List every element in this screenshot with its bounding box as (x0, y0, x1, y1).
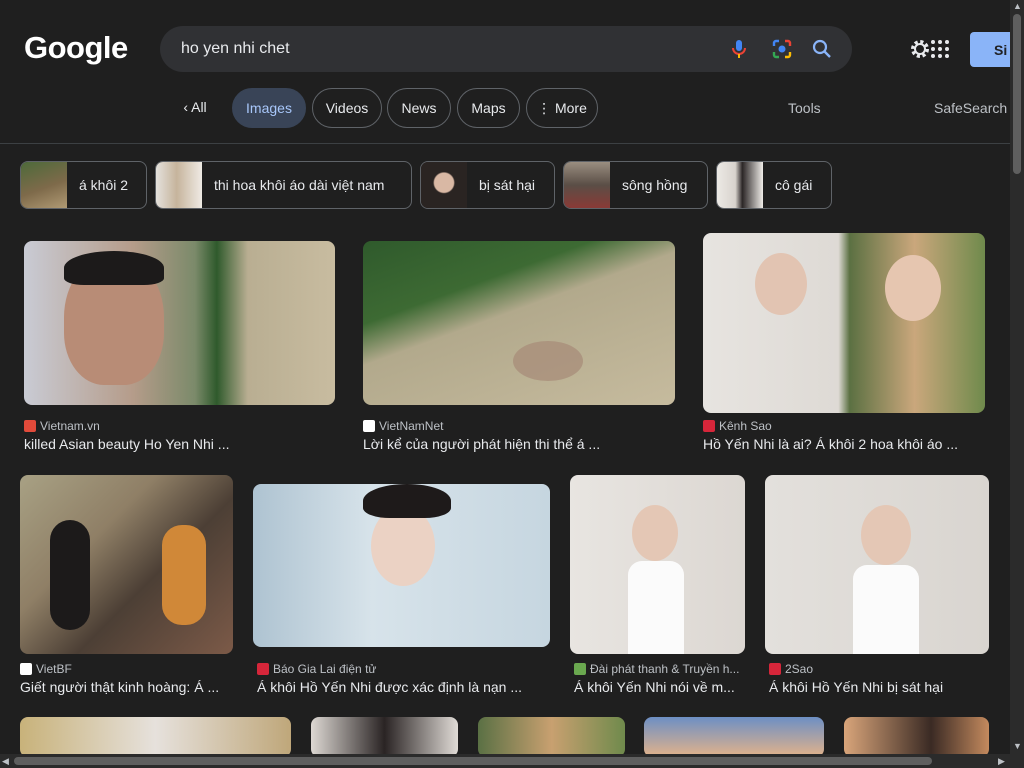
result-title[interactable]: Lời kể của người phát hiện thi thể á ... (363, 436, 675, 452)
result-title[interactable]: killed Asian beauty Ho Yen Nhi ... (24, 436, 336, 452)
result-card[interactable]: Báo Gia Lai điện tử Á khôi Hồ Yến Nhi đư… (253, 484, 551, 701)
scroll-left-arrow-icon[interactable]: ◀ (2, 756, 9, 767)
result-thumbnail[interactable] (20, 717, 291, 754)
search-box[interactable]: ho yen nhi chet (160, 26, 852, 72)
tab-news[interactable]: News (387, 88, 451, 128)
chevron-left-icon: ‹ (183, 99, 188, 115)
result-card[interactable]: Đài phát thanh & Truyền h... Á khôi Yến … (570, 475, 746, 701)
result-card[interactable]: VietNamNet Lời kể của người phát hiện th… (363, 241, 675, 461)
vertical-scroll-thumb[interactable] (1013, 14, 1021, 174)
result-source: Đài phát thanh & Truyền h... (574, 662, 746, 676)
result-source: Kênh Sao (703, 419, 772, 433)
tab-all[interactable]: ‹ All (170, 88, 220, 128)
result-thumbnail[interactable] (765, 475, 989, 654)
result-title[interactable]: Á khôi Hồ Yến Nhi được xác định là nạn .… (257, 679, 551, 695)
safesearch-button[interactable]: SafeSearch (934, 100, 1007, 116)
result-thumbnail[interactable] (644, 717, 824, 754)
horizontal-scroll-thumb[interactable] (14, 757, 932, 765)
dress-shape (853, 565, 919, 654)
vertical-scrollbar[interactable]: ▲ ▼ (1010, 0, 1024, 768)
gear-icon[interactable] (908, 37, 932, 61)
result-thumbnail[interactable] (363, 241, 675, 405)
tab-more[interactable]: ⋮ More (526, 88, 598, 128)
tab-images[interactable]: Images (232, 88, 306, 128)
face-shape (861, 505, 911, 565)
result-source: 2Sao (769, 662, 813, 676)
result-card[interactable]: VietBF Giết người thật kinh hoàng: Á ... (20, 475, 234, 701)
result-thumbnail[interactable] (20, 475, 233, 654)
more-vert-icon: ⋮ (537, 100, 552, 116)
dai-phat-thanh-favicon-icon (574, 663, 586, 675)
scroll-up-arrow-icon[interactable]: ▲ (1013, 1, 1022, 11)
result-card[interactable]: Vietnam.vn killed Asian beauty Ho Yen Nh… (24, 241, 336, 461)
vietbf-favicon-icon (20, 663, 32, 675)
search-tabs: ‹ All Images Videos News Maps ⋮ More Too… (160, 88, 1010, 128)
person-shape (162, 525, 206, 625)
header: Google ho yen nhi chet Si ‹ All Images V… (0, 0, 1024, 144)
apps-icon[interactable] (930, 39, 950, 59)
result-thumbnail[interactable] (570, 475, 745, 654)
tab-maps[interactable]: Maps (457, 88, 520, 128)
result-thumbnail[interactable] (844, 717, 989, 754)
result-card[interactable]: 2Sao Á khôi Hồ Yến Nhi bị sát hại (765, 475, 990, 701)
face-shape (632, 505, 678, 561)
result-source: VietBF (20, 662, 72, 676)
vietnam-vn-favicon-icon (24, 420, 36, 432)
person-shape (50, 520, 90, 630)
result-source: Báo Gia Lai điện tử (257, 662, 376, 676)
mic-icon[interactable] (727, 37, 751, 61)
hair-shape (64, 251, 164, 285)
result-title[interactable]: Á khôi Yến Nhi nói về m... (574, 679, 746, 695)
tools-button[interactable]: Tools (788, 100, 821, 116)
result-thumbnail[interactable] (703, 233, 985, 413)
result-thumbnail[interactable] (253, 484, 550, 647)
result-source: Vietnam.vn (24, 419, 100, 433)
hair-shape (363, 484, 451, 518)
result-thumbnail[interactable] (311, 717, 458, 754)
blurred-object (513, 341, 583, 381)
face-shape (755, 253, 807, 315)
lens-icon[interactable] (770, 37, 794, 61)
kenh-sao-favicon-icon (703, 420, 715, 432)
result-card[interactable]: Kênh Sao Hồ Yến Nhi là ai? Á khôi 2 hoa … (703, 233, 985, 461)
face-shape (371, 506, 435, 586)
vietnamnet-favicon-icon (363, 420, 375, 432)
result-thumbnail[interactable] (478, 717, 625, 754)
horizontal-scrollbar[interactable]: ◀ ▶ (0, 754, 1010, 768)
google-logo[interactable]: Google (24, 30, 128, 66)
result-source: VietNamNet (363, 419, 443, 433)
image-results: Vietnam.vn killed Asian beauty Ho Yen Nh… (0, 144, 1010, 754)
face-shape (885, 255, 941, 321)
search-input[interactable]: ho yen nhi chet (181, 40, 290, 58)
result-title[interactable]: Giết người thật kinh hoàng: Á ... (20, 679, 234, 695)
result-title[interactable]: Hồ Yến Nhi là ai? Á khôi 2 hoa khôi áo .… (703, 436, 985, 452)
search-icon[interactable] (810, 37, 834, 61)
tab-videos[interactable]: Videos (312, 88, 382, 128)
bao-gia-lai-favicon-icon (257, 663, 269, 675)
scroll-right-arrow-icon[interactable]: ▶ (998, 756, 1005, 767)
result-thumbnail[interactable] (24, 241, 335, 405)
scroll-down-arrow-icon[interactable]: ▼ (1013, 741, 1022, 751)
dress-shape (628, 561, 684, 654)
2sao-favicon-icon (769, 663, 781, 675)
result-title[interactable]: Á khôi Hồ Yến Nhi bị sát hại (769, 679, 990, 695)
